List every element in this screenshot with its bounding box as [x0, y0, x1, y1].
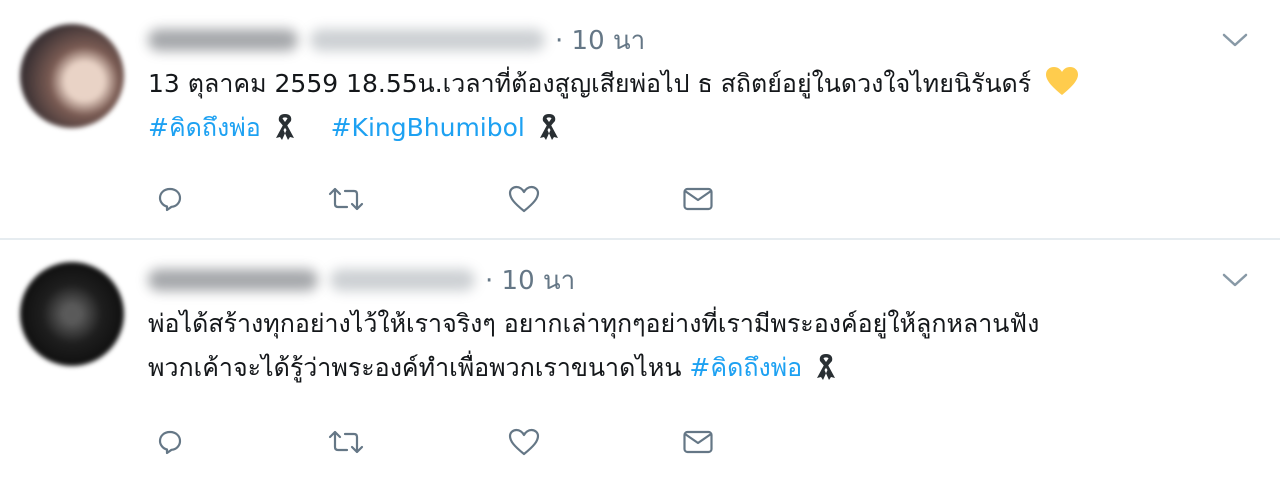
retweet-icon[interactable]: [326, 426, 366, 458]
retweet-icon[interactable]: [326, 183, 366, 215]
tweet[interactable]: · 10 นา 13 ตุลาคม 2559 18.55น.เวลาที่ต้อ…: [0, 0, 1280, 240]
tweet-header: · 10 นา: [148, 260, 575, 300]
black-ribbon-icon: [817, 354, 836, 380]
hashtag-link[interactable]: #คิดถึงพ่อ: [148, 113, 261, 142]
tweet[interactable]: · 10 นา พ่อได้สร้างทุกอย่างไว้ให้เราจริง…: [0, 240, 1280, 481]
tweet-text: 13 ตุลาคม 2559 18.55น.เวลาที่ต้องสูญเสีย…: [148, 62, 1248, 150]
tweet-text: พ่อได้สร้างทุกอย่างไว้ให้เราจริงๆ อยากเล…: [148, 302, 1248, 390]
like-icon[interactable]: [504, 183, 544, 215]
avatar[interactable]: [20, 24, 124, 128]
chevron-down-icon[interactable]: [1220, 270, 1250, 290]
display-name-redacted[interactable]: [148, 269, 318, 291]
like-icon[interactable]: [504, 426, 544, 458]
hashtag-link[interactable]: #คิดถึงพ่อ: [689, 353, 802, 382]
handle-redacted[interactable]: [330, 269, 475, 291]
tweet-header: · 10 นา: [148, 20, 645, 60]
direct-message-icon[interactable]: [678, 426, 718, 458]
avatar[interactable]: [20, 262, 124, 366]
yellow-heart-icon: [1046, 67, 1079, 95]
tweet-body-line: พ่อได้สร้างทุกอย่างไว้ให้เราจริงๆ อยากเล…: [148, 309, 1040, 338]
black-ribbon-icon: [539, 114, 558, 140]
display-name-redacted[interactable]: [148, 29, 298, 51]
chevron-down-icon[interactable]: [1220, 30, 1250, 50]
timestamp[interactable]: · 10 นา: [555, 20, 645, 61]
timestamp[interactable]: · 10 นา: [485, 260, 575, 301]
hashtag-link[interactable]: #KingBhumibol: [331, 113, 525, 142]
handle-redacted[interactable]: [310, 29, 545, 51]
tweet-body: 13 ตุลาคม 2559 18.55น.เวลาที่ต้องสูญเสีย…: [148, 69, 1032, 98]
reply-icon[interactable]: [150, 426, 190, 458]
tweet-body-line: พวกเค้าจะได้รู้ว่าพระองค์ทำเพื่อพวกเราขน…: [148, 353, 682, 382]
reply-icon[interactable]: [150, 183, 190, 215]
direct-message-icon[interactable]: [678, 183, 718, 215]
black-ribbon-icon: [275, 114, 294, 140]
